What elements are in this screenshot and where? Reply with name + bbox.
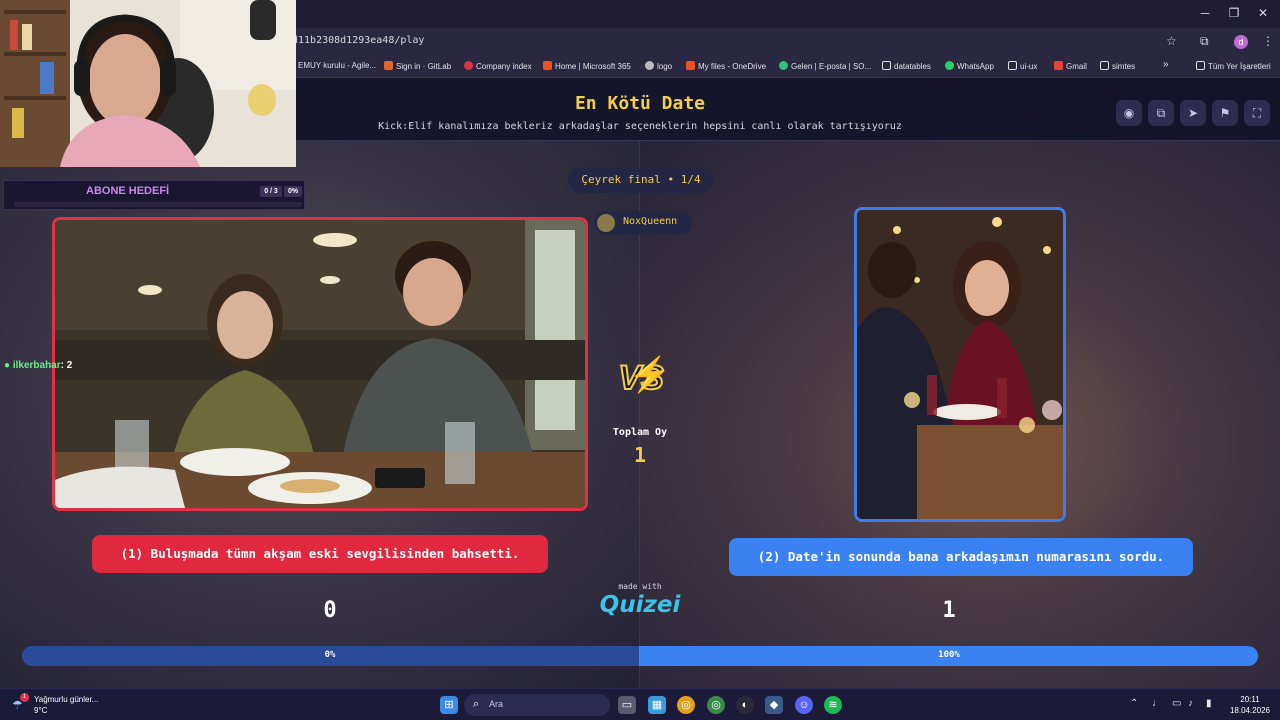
flag-icon[interactable]: ⚑ bbox=[1212, 100, 1238, 126]
bookmark-item[interactable]: Home | Microsoft 365 bbox=[543, 61, 631, 71]
bookmark-item[interactable]: simtes bbox=[1100, 61, 1135, 71]
option-right-image[interactable] bbox=[854, 207, 1066, 522]
app-icon[interactable]: ◆ bbox=[765, 696, 783, 714]
network-icon[interactable]: ▭ bbox=[1172, 698, 1181, 709]
bookmark-item[interactable]: WhatsApp bbox=[945, 61, 994, 71]
player-badge: NoxQueenn bbox=[594, 211, 692, 235]
clock-date: 18.04.2026 bbox=[1229, 706, 1271, 715]
folder-icon bbox=[1008, 61, 1017, 70]
chat-vote-entry: ● ilkerbahar: 2 bbox=[4, 360, 72, 371]
round-indicator: Çeyrek final • 1/4 bbox=[568, 167, 714, 193]
fullscreen-icon[interactable]: ⛶ bbox=[1244, 100, 1270, 126]
whatsapp-icon bbox=[945, 61, 954, 70]
microsoft-icon bbox=[543, 61, 552, 70]
task-view-icon[interactable]: ▭ bbox=[618, 696, 636, 714]
restaurant-photo bbox=[55, 220, 585, 508]
player-avatar bbox=[597, 214, 615, 232]
option-left-image[interactable] bbox=[52, 217, 588, 511]
chat-vote-count: : 2 bbox=[60, 360, 73, 371]
copy-icon[interactable]: ⧉ bbox=[1148, 100, 1174, 126]
chevron-up-icon[interactable]: ⌃ bbox=[1130, 698, 1138, 709]
weather-widget[interactable]: Yağmurlu günler... 9°C bbox=[34, 694, 98, 716]
search-icon: ⌕ bbox=[473, 698, 480, 710]
webcam-overlay bbox=[0, 0, 296, 167]
option-left-score: 0 bbox=[323, 598, 337, 623]
player-name: NoxQueenn bbox=[623, 216, 678, 227]
sub-goal-title: ABONE HEDEFİ bbox=[86, 185, 170, 197]
battery-icon[interactable]: ▮ bbox=[1206, 698, 1212, 709]
more-bookmarks-button[interactable]: » bbox=[1163, 59, 1169, 70]
quizei-logo[interactable]: Quizei bbox=[590, 592, 690, 618]
bookmark-item[interactable]: Company index bbox=[464, 61, 532, 71]
chrome-icon[interactable]: ◎ bbox=[677, 696, 695, 714]
extensions-icon[interactable]: ⧉ bbox=[1200, 34, 1209, 49]
bookmark-item[interactable]: ui-ux bbox=[1008, 61, 1037, 71]
url-text[interactable]: d11b2308d1293ea48/play bbox=[292, 35, 424, 46]
profile-avatar[interactable]: d bbox=[1234, 35, 1248, 49]
discord-icon[interactable]: ☺ bbox=[795, 696, 813, 714]
folder-icon bbox=[882, 61, 891, 70]
webcam-feed bbox=[0, 0, 296, 167]
globe-icon bbox=[645, 61, 654, 70]
bookmark-item[interactable]: EMUY kurulu - Agile... bbox=[298, 61, 376, 70]
sub-goal-progress bbox=[14, 202, 302, 207]
bookmark-item[interactable]: datatables bbox=[882, 61, 931, 71]
chrome-profile-icon[interactable]: ◎ bbox=[707, 696, 725, 714]
all-bookmarks-folder[interactable]: Tüm Yer İşaretleri bbox=[1196, 61, 1271, 71]
gitlab-icon bbox=[384, 61, 393, 70]
start-icon[interactable]: ⊞ bbox=[440, 696, 458, 714]
restaurant-photo bbox=[857, 210, 1063, 519]
sub-goal-percent: 0% bbox=[284, 186, 302, 197]
browser-menu-icon[interactable]: ⋮ bbox=[1262, 34, 1274, 48]
maximize-button[interactable]: ❐ bbox=[1219, 6, 1249, 20]
close-window-button[interactable]: ✕ bbox=[1248, 6, 1278, 20]
windows-taskbar: ☂ 1 Yağmurlu günler... 9°C ⊞ ⌕ Ara ▭ ▦ ◎… bbox=[0, 688, 1280, 720]
eye-icon[interactable]: ◉ bbox=[1116, 100, 1142, 126]
microsoft-icon bbox=[686, 61, 695, 70]
option-left-button[interactable]: (1) Buluşmada tümn akşam eski sevgilisin… bbox=[92, 535, 548, 573]
bookmark-item[interactable]: Gelen | E-posta | SO... bbox=[779, 61, 871, 71]
option-right-score: 1 bbox=[942, 598, 956, 623]
lightning-icon: ⚡ bbox=[628, 356, 671, 394]
quiz-stage: En Kötü Date Kick:Elif kanalımıza bekler… bbox=[0, 79, 1280, 688]
company-icon bbox=[464, 61, 473, 70]
clock[interactable]: 20:11 18.04.2026 bbox=[1226, 694, 1274, 716]
bookmark-item[interactable]: My files - OneDrive bbox=[686, 61, 766, 71]
spotify-icon[interactable]: ≋ bbox=[824, 696, 842, 714]
total-votes-label: Toplam Oy bbox=[612, 427, 668, 438]
folder-icon bbox=[1196, 61, 1205, 70]
clock-time: 20:11 bbox=[1240, 695, 1260, 704]
subscriber-goal-widget: ABONE HEDEFİ 0 / 3 0% bbox=[3, 180, 305, 210]
percent-right: 100% bbox=[938, 650, 960, 660]
volume-icon[interactable]: ♪ bbox=[1188, 698, 1193, 709]
bookmark-star-icon[interactable]: ☆ bbox=[1166, 34, 1177, 48]
weather-temp: 9°C bbox=[34, 706, 48, 715]
taskbar-search[interactable]: ⌕ Ara bbox=[464, 694, 610, 716]
chat-username: ilkerbahar bbox=[12, 360, 61, 371]
bookmark-item[interactable]: Sign in · GitLab bbox=[384, 61, 451, 71]
store-icon[interactable]: ▦ bbox=[648, 696, 666, 714]
bookmark-item[interactable]: logo bbox=[645, 61, 672, 71]
microphone-icon[interactable]: ♩ bbox=[1152, 698, 1162, 709]
progress-divider bbox=[639, 646, 640, 666]
send-icon[interactable]: ➤ bbox=[1180, 100, 1206, 126]
weather-badge: 1 bbox=[20, 693, 29, 702]
percent-left: 0% bbox=[324, 650, 336, 660]
folder-icon bbox=[1100, 61, 1109, 70]
sub-goal-count: 0 / 3 bbox=[260, 186, 282, 197]
weather-title: Yağmurlu günler... bbox=[34, 695, 99, 704]
mail-icon bbox=[779, 61, 788, 70]
total-votes-value: 1 bbox=[633, 443, 647, 467]
made-with-label: made with bbox=[618, 582, 662, 591]
option-right-button[interactable]: (2) Date'in sonunda bana arkadaşımın num… bbox=[729, 538, 1193, 576]
vote-progress-bar: 0% 100% bbox=[22, 646, 1258, 666]
user-icon: ● bbox=[4, 360, 11, 371]
minimize-button[interactable]: ─ bbox=[1190, 6, 1220, 20]
gmail-icon bbox=[1054, 61, 1063, 70]
app-icon[interactable]: ◐ bbox=[736, 696, 754, 714]
search-placeholder: Ara bbox=[489, 699, 504, 709]
bookmark-item[interactable]: Gmail bbox=[1054, 61, 1087, 71]
